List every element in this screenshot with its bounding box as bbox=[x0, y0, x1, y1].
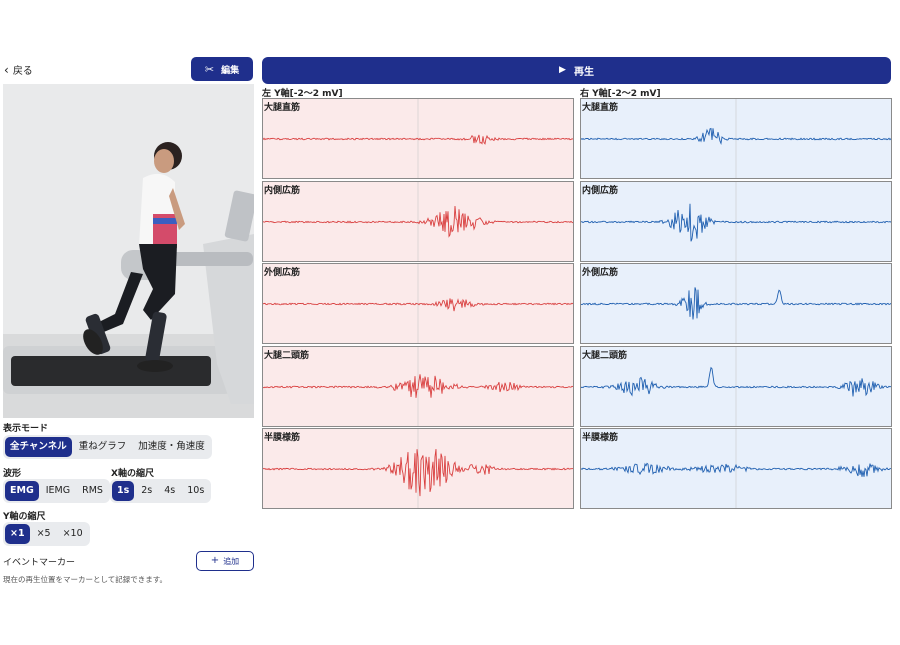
display-mode-label: 表示モード bbox=[3, 424, 49, 434]
event-marker-label: イベントマーカー bbox=[3, 558, 76, 568]
channel-label: 半膜様筋 bbox=[264, 433, 301, 443]
waveform-selector[interactable]: EMG IEMG RMS bbox=[3, 479, 110, 503]
display-mode-selector[interactable]: 全チャンネル 重ねグラフ 加速度・角速度 bbox=[3, 435, 212, 459]
y-scale-x5[interactable]: ×5 bbox=[32, 524, 56, 544]
x-scale-label: X軸の縮尺 bbox=[111, 469, 154, 479]
play-icon: ▶ bbox=[559, 65, 566, 75]
waveform-label: 波形 bbox=[3, 469, 22, 479]
y-scale-label: Y軸の縮尺 bbox=[3, 512, 46, 522]
emg-panel-right-5: 半膜様筋 bbox=[580, 428, 892, 509]
channel-label: 半膜様筋 bbox=[582, 433, 619, 443]
emg-panel-left-3: 外側広筋 bbox=[262, 263, 574, 344]
x-scale-4s[interactable]: 4s bbox=[159, 481, 180, 501]
emg-waveform bbox=[263, 99, 573, 178]
edit-button[interactable]: ✂ 編集 bbox=[191, 57, 253, 81]
waveform-iemg[interactable]: IEMG bbox=[41, 481, 75, 501]
emg-panel-left-1: 大腿直筋 bbox=[262, 98, 574, 179]
display-mode-all-channels[interactable]: 全チャンネル bbox=[5, 437, 72, 457]
display-mode-overlay[interactable]: 重ねグラフ bbox=[74, 437, 132, 457]
emg-waveform bbox=[263, 181, 573, 261]
emg-waveform bbox=[581, 99, 891, 178]
add-marker-label: 追加 bbox=[223, 556, 240, 566]
emg-waveform bbox=[581, 429, 891, 508]
emg-panel-right-1: 大腿直筋 bbox=[580, 98, 892, 179]
emg-waveform bbox=[581, 264, 891, 343]
channel-label: 大腿二頭筋 bbox=[582, 350, 628, 361]
channel-label: 大腿直筋 bbox=[264, 103, 301, 113]
emg-waveform bbox=[263, 264, 573, 343]
add-marker-button[interactable]: + 追加 bbox=[196, 551, 254, 571]
scissors-icon: ✂ bbox=[204, 62, 215, 76]
back-label: 戻る bbox=[12, 66, 33, 77]
emg-waveform bbox=[581, 346, 891, 426]
channel-label: 大腿二頭筋 bbox=[264, 350, 310, 361]
plus-icon: + bbox=[210, 555, 220, 566]
x-scale-2s[interactable]: 2s bbox=[136, 481, 157, 501]
channel-label: 外側広筋 bbox=[264, 268, 301, 278]
emg-panel-right-2: 内側広筋 bbox=[580, 180, 892, 262]
display-mode-accel-gyro[interactable]: 加速度・角速度 bbox=[133, 437, 210, 457]
play-button[interactable]: ▶ 再生 bbox=[262, 57, 891, 84]
y-scale-x1[interactable]: ×1 bbox=[5, 524, 30, 544]
x-scale-1s[interactable]: 1s bbox=[112, 481, 135, 501]
runner-video-frame bbox=[3, 84, 254, 418]
emg-waveform bbox=[263, 346, 573, 426]
waveform-emg[interactable]: EMG bbox=[5, 481, 39, 501]
channel-label: 内側広筋 bbox=[582, 185, 619, 196]
emg-panel-left-5: 半膜様筋 bbox=[262, 428, 574, 509]
emg-panel-left-2: 内側広筋 bbox=[262, 180, 574, 262]
channel-label: 外側広筋 bbox=[582, 268, 619, 278]
y-scale-selector[interactable]: ×1 ×5 ×10 bbox=[3, 522, 90, 546]
waveform-rms[interactable]: RMS bbox=[77, 481, 108, 501]
back-button[interactable]: ‹ 戻る bbox=[4, 62, 33, 78]
event-marker-note: 現在の再生位置をマーカーとして記録できます。 bbox=[3, 575, 168, 584]
emg-panel-left-4: 大腿二頭筋 bbox=[262, 345, 574, 427]
chevron-left-icon: ‹ bbox=[4, 62, 9, 77]
emg-waveform bbox=[263, 429, 573, 508]
x-scale-10s[interactable]: 10s bbox=[182, 481, 209, 501]
play-label: 再生 bbox=[573, 67, 594, 78]
y-scale-x10[interactable]: ×10 bbox=[58, 524, 88, 544]
channel-label: 大腿直筋 bbox=[582, 103, 619, 113]
video-preview[interactable] bbox=[3, 84, 254, 418]
channel-label: 内側広筋 bbox=[264, 185, 301, 196]
edit-label: 編集 bbox=[221, 65, 240, 76]
emg-panel-right-4: 大腿二頭筋 bbox=[580, 345, 892, 427]
emg-panel-right-3: 外側広筋 bbox=[580, 263, 892, 344]
emg-waveform bbox=[581, 181, 891, 261]
x-scale-selector[interactable]: 1s 2s 4s 10s bbox=[110, 479, 212, 503]
